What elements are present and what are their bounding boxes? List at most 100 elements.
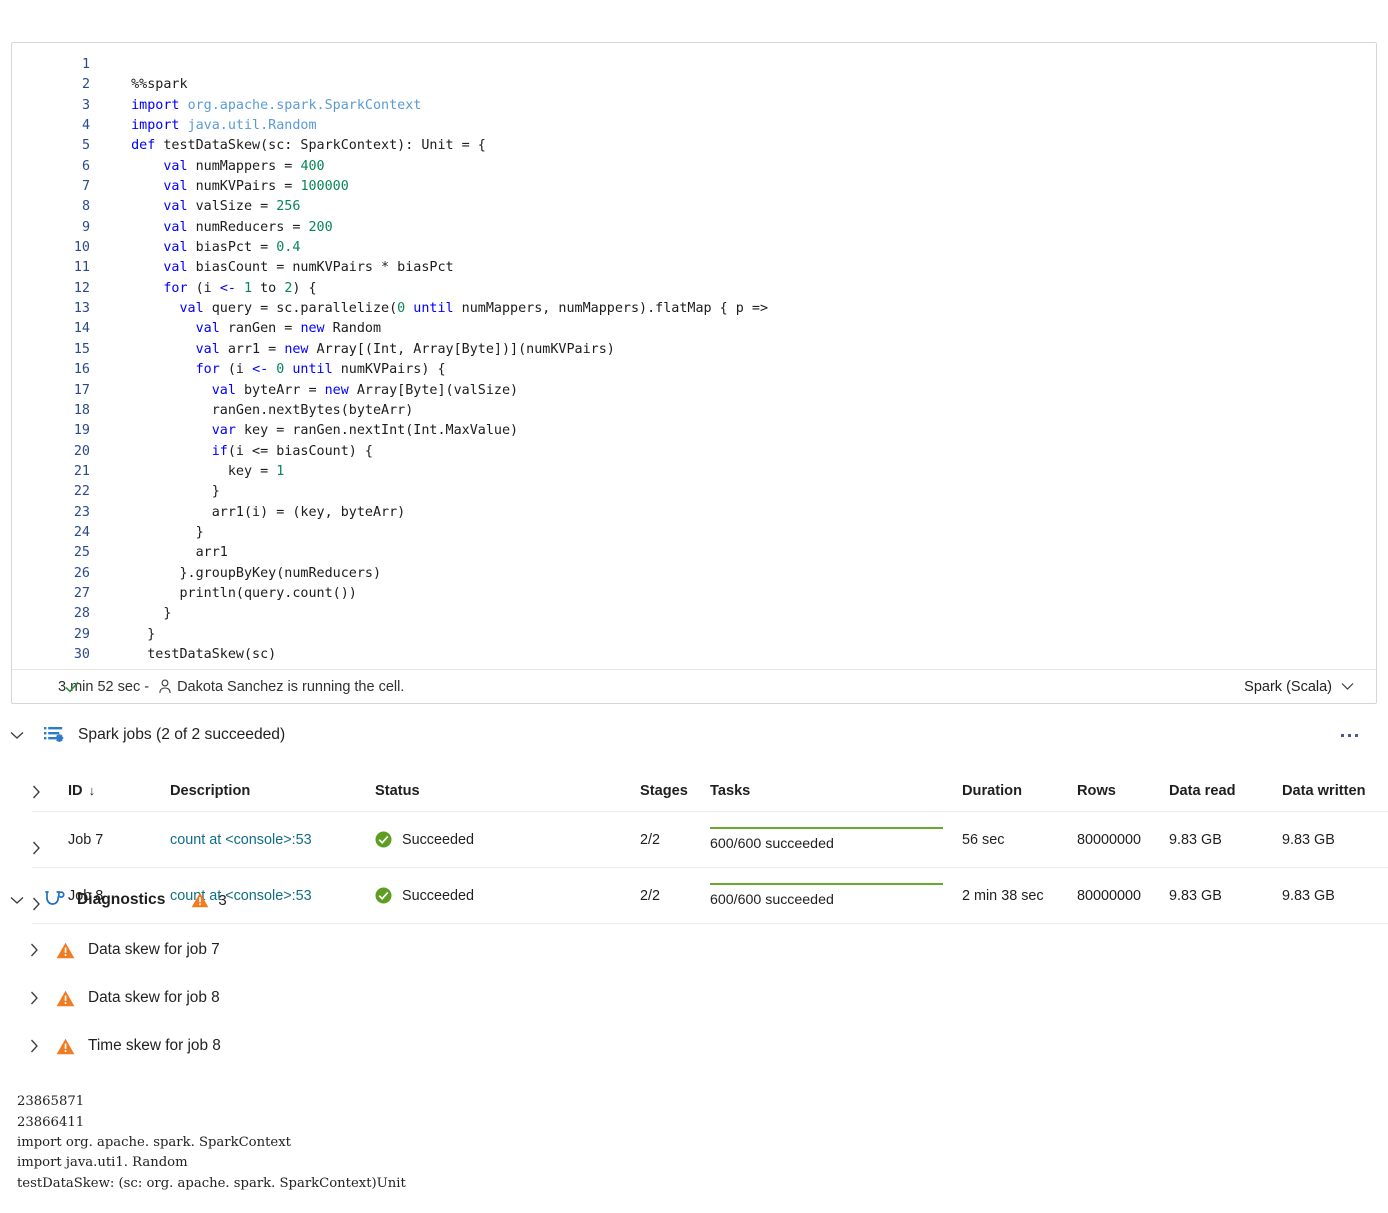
column-header-data-written[interactable]: Data written: [1282, 760, 1388, 812]
cell-duration: 56 sec: [962, 811, 1077, 868]
cell-data-read: 9.83 GB: [1169, 811, 1282, 868]
row-expand-button[interactable]: [32, 811, 68, 868]
code-line: 4 import java.util.Random: [12, 116, 1376, 136]
cell-job-id: Job 7: [68, 811, 170, 868]
language-picker[interactable]: Spark (Scala): [1244, 679, 1362, 695]
column-label-id: ID: [68, 783, 83, 799]
code-line: 7 val numKVPairs = 100000: [12, 177, 1376, 197]
job-description-link[interactable]: count at <console>:53: [170, 832, 312, 848]
code-line: 2 %%spark: [12, 75, 1376, 95]
status-success-icon: [375, 831, 392, 848]
person-icon: [158, 679, 172, 694]
table-row[interactable]: Job 7 count at <console>:53 Succeeded 2/2 60…: [32, 811, 1388, 868]
cell-rows: 80000000: [1077, 811, 1169, 868]
code-line-text: val numMappers = 400: [163, 158, 325, 174]
code-line-text: for (i <- 1 to 2) {: [163, 280, 317, 296]
code-line-text: for (i <- 0 until numKVPairs) {: [195, 362, 446, 378]
column-header-duration[interactable]: Duration: [962, 760, 1077, 812]
code-editor[interactable]: 12 %%spark 3 import org.apache.spark.Spar…: [12, 55, 1376, 665]
table-header-row: ID ↓ Description Status Stages Tasks Dura…: [32, 760, 1388, 812]
code-line: 25 arr1: [12, 543, 1376, 563]
line-number: 19: [73, 423, 90, 439]
column-header-stages[interactable]: Stages: [640, 760, 710, 812]
line-number: 14: [73, 321, 90, 337]
language-label: Spark (Scala): [1244, 678, 1332, 695]
spark-jobs-title: Spark jobs (2 of 2 succeeded): [78, 726, 286, 743]
code-line-text: import org.apache.spark.SparkContext: [131, 97, 422, 113]
code-line: 24 }: [12, 523, 1376, 543]
spark-jobs-list-icon: [44, 724, 66, 746]
line-number: 23: [73, 504, 90, 520]
console-output: 23865871 23866411 import org. apache. sp…: [17, 1094, 406, 1191]
code-line-text: }: [115, 484, 220, 500]
notebook-code-cell[interactable]: 12 %%spark 3 import org.apache.spark.Spar…: [11, 42, 1377, 704]
spark-jobs-collapse-chevron-down-icon[interactable]: [0, 718, 34, 752]
line-number: 24: [73, 524, 90, 540]
code-line: 20 if(i <= biasCount) {: [12, 442, 1376, 462]
spark-jobs-header[interactable]: Spark jobs (2 of 2 succeeded): [0, 718, 1388, 752]
code-line: 9 val numReducers = 200: [12, 218, 1376, 238]
diagnostics-collapse-chevron-down-icon[interactable]: [0, 883, 34, 917]
cell-data-written: 9.83 GB: [1282, 811, 1388, 868]
sort-descending-icon[interactable]: ↓: [89, 783, 96, 798]
column-header-tasks[interactable]: Tasks: [710, 760, 962, 812]
column-header-description[interactable]: Description: [170, 760, 375, 812]
code-line: 29 }: [12, 625, 1376, 645]
chevron-right-icon[interactable]: [30, 1039, 56, 1053]
diagnostics-warning-badge: 3: [191, 891, 227, 909]
diagnostics-item[interactable]: Data skew for job 8: [0, 974, 1388, 1022]
code-line-text: val numKVPairs = 100000: [163, 179, 349, 195]
cell-running-by: Dakota Sanchez is running the cell.: [177, 678, 405, 695]
cell-description[interactable]: count at <console>:53: [170, 811, 375, 868]
code-line: 10 val biasPct = 0.4: [12, 238, 1376, 258]
chevron-right-icon[interactable]: [32, 768, 68, 799]
code-line: 22 }: [12, 482, 1376, 502]
code-line-text: val valSize = 256: [163, 199, 301, 215]
diagnostics-warning-count: 3: [218, 891, 227, 909]
code-line: 15 val arr1 = new Array[(Int, Array[Byte…: [12, 340, 1376, 360]
spark-jobs-more-options-button[interactable]: [1334, 722, 1364, 748]
line-number: 28: [73, 606, 90, 622]
cell-stages: 2/2: [640, 811, 710, 868]
column-header-data-read[interactable]: Data read: [1169, 760, 1282, 812]
column-header-rows[interactable]: Rows: [1077, 760, 1169, 812]
line-number: 30: [73, 646, 90, 662]
code-line-text: println(query.count()): [115, 585, 357, 601]
diagnostics-header[interactable]: Diagnostics 3: [0, 884, 1388, 916]
code-line-text: val query = sc.parallelize(0 until numMa…: [179, 301, 769, 317]
line-number: 13: [73, 301, 90, 317]
code-line: 8 val valSize = 256: [12, 197, 1376, 217]
warning-triangle-icon: [56, 1038, 86, 1055]
code-line: 21 key = 1: [12, 462, 1376, 482]
chevron-right-icon[interactable]: [30, 991, 56, 1005]
line-number: 22: [73, 484, 90, 500]
line-number: 7: [81, 179, 90, 195]
line-number: 3: [81, 97, 90, 113]
line-number: 21: [73, 463, 90, 479]
stethoscope-icon: [44, 889, 66, 911]
ellipsis-dot: [1354, 733, 1358, 737]
code-line-text: val biasPct = 0.4: [163, 240, 301, 256]
column-header-status[interactable]: Status: [375, 760, 640, 812]
expand-all-header[interactable]: [32, 760, 68, 812]
line-number: 15: [73, 341, 90, 357]
code-line-text: def testDataSkew(sc: SparkContext): Unit…: [131, 138, 486, 154]
column-header-id[interactable]: ID ↓: [68, 760, 170, 812]
warning-triangle-icon: [56, 942, 86, 959]
code-line-text: val arr1 = new Array[(Int, Array[Byte])]…: [195, 341, 615, 357]
chevron-right-icon[interactable]: [32, 824, 68, 855]
chevron-right-icon[interactable]: [30, 943, 56, 957]
diagnostics-list: Data skew for job 7 Data skew for job 8 Ti…: [0, 926, 1388, 1070]
success-check-icon: [64, 679, 80, 695]
code-line: 11 val biasCount = numKVPairs * biasPct: [12, 258, 1376, 278]
line-number: 9: [81, 219, 90, 235]
diagnostics-item-label: Data skew for job 7: [88, 941, 220, 958]
diagnostics-item[interactable]: Time skew for job 8: [0, 1022, 1388, 1070]
code-line: 6 val numMappers = 400: [12, 157, 1376, 177]
line-number: 16: [73, 362, 90, 378]
warning-triangle-icon: [56, 990, 86, 1007]
code-line-text: import java.util.Random: [131, 118, 317, 134]
line-number: 11: [73, 260, 90, 276]
code-line: 3 import org.apache.spark.SparkContext: [12, 96, 1376, 116]
diagnostics-item[interactable]: Data skew for job 7: [0, 926, 1388, 974]
